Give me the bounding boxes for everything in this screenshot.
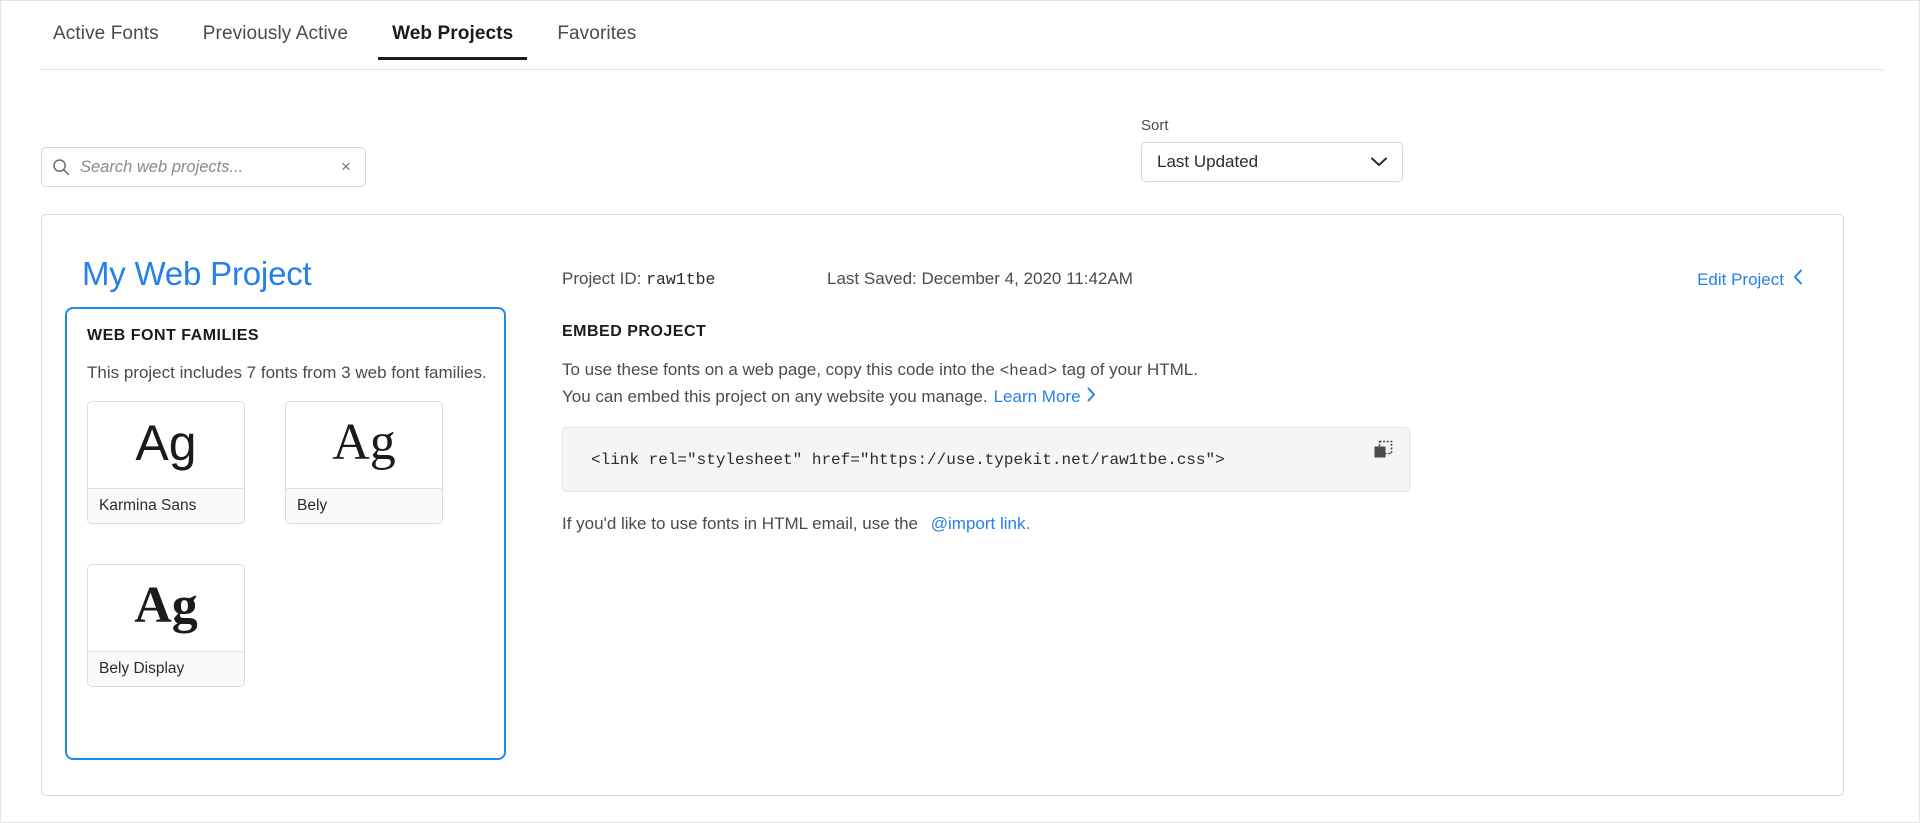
web-projects-page: Active Fonts Previously Active Web Proje… [0,0,1920,823]
sort-selected-value: Last Updated [1157,152,1259,171]
clear-search-icon[interactable]: × [327,148,365,186]
tab-label: Web Projects [392,23,514,44]
web-font-families-heading: WEB FONT FAMILIES [87,327,260,344]
edit-project-link[interactable]: Edit Project [1697,269,1803,290]
project-id-label: Project ID: [562,269,642,288]
chevron-down-icon [1370,156,1388,168]
font-family-name: Bely Display [88,651,244,686]
copy-icon[interactable] [1371,438,1395,462]
project-id: Project ID: raw1tbe [562,269,715,289]
tab-favorites[interactable]: Favorites [543,23,650,59]
sort-control: Sort Last Updated [1141,117,1403,182]
search-web-projects-box[interactable]: × [41,147,366,187]
sort-select[interactable]: Last Updated [1141,142,1403,182]
font-family-name: Bely [286,488,442,523]
html-email-note: If you'd like to use fonts in HTML email… [562,514,1030,534]
search-input[interactable] [80,157,327,177]
web-font-families-panel[interactable]: WEB FONT FAMILIES This project includes … [65,307,506,760]
chevron-right-icon [1087,387,1096,407]
embed-code-text: <link rel="stylesheet" href="https://use… [591,450,1225,469]
embed-instructions-line-2: You can embed this project on any websit… [562,387,1096,407]
tab-web-projects[interactable]: Web Projects [378,23,528,60]
tab-label: Favorites [557,23,637,44]
font-family-card[interactable]: Ag Bely Display [87,564,245,687]
edit-project-label: Edit Project [1697,269,1784,289]
project-id-value: raw1tbe [646,270,716,289]
embed-code-box[interactable]: <link rel="stylesheet" href="https://use… [562,427,1410,492]
embed-line1-before: To use these fonts on a web page, copy t… [562,360,1000,379]
font-family-grid: Ag Karmina Sans Ag Bely Ag Bely Display [87,401,487,687]
chevron-left-icon [1793,269,1803,290]
tab-label: Active Fonts [53,23,159,44]
html-email-text: If you'd like to use fonts in HTML email… [562,514,919,533]
embed-line1-after: tag of your HTML. [1057,360,1198,379]
embed-instructions-line-1: To use these fonts on a web page, copy t… [562,360,1198,380]
embed-line2-text: You can embed this project on any websit… [562,387,988,406]
project-title-link[interactable]: My Web Project [82,255,312,293]
font-family-name: Karmina Sans [88,488,244,523]
embed-project-heading: EMBED PROJECT [562,323,707,340]
head-tag-code: <head> [999,362,1058,380]
learn-more-link[interactable]: Learn More [994,387,1096,407]
tab-active-fonts[interactable]: Active Fonts [39,23,173,59]
web-font-families-summary: This project includes 7 fonts from 3 web… [87,363,487,382]
main-tabs: Active Fonts Previously Active Web Proje… [39,23,1883,70]
tab-previously-active[interactable]: Previously Active [189,23,362,59]
learn-more-label: Learn More [993,387,1081,406]
font-specimen: Ag [332,414,396,471]
font-family-card[interactable]: Ag Karmina Sans [87,401,245,524]
last-saved-text: Last Saved: December 4, 2020 11:42AM [827,269,1133,288]
sort-label: Sort [1141,117,1169,134]
web-project-card: My Web Project Project ID: raw1tbe Last … [41,214,1844,796]
font-specimen: Ag [134,577,198,634]
font-family-card[interactable]: Ag Bely [285,401,443,524]
tab-label: Previously Active [202,23,349,44]
font-specimen: Ag [135,415,197,471]
search-icon [42,158,80,176]
import-link[interactable]: @import link. [931,514,1030,533]
